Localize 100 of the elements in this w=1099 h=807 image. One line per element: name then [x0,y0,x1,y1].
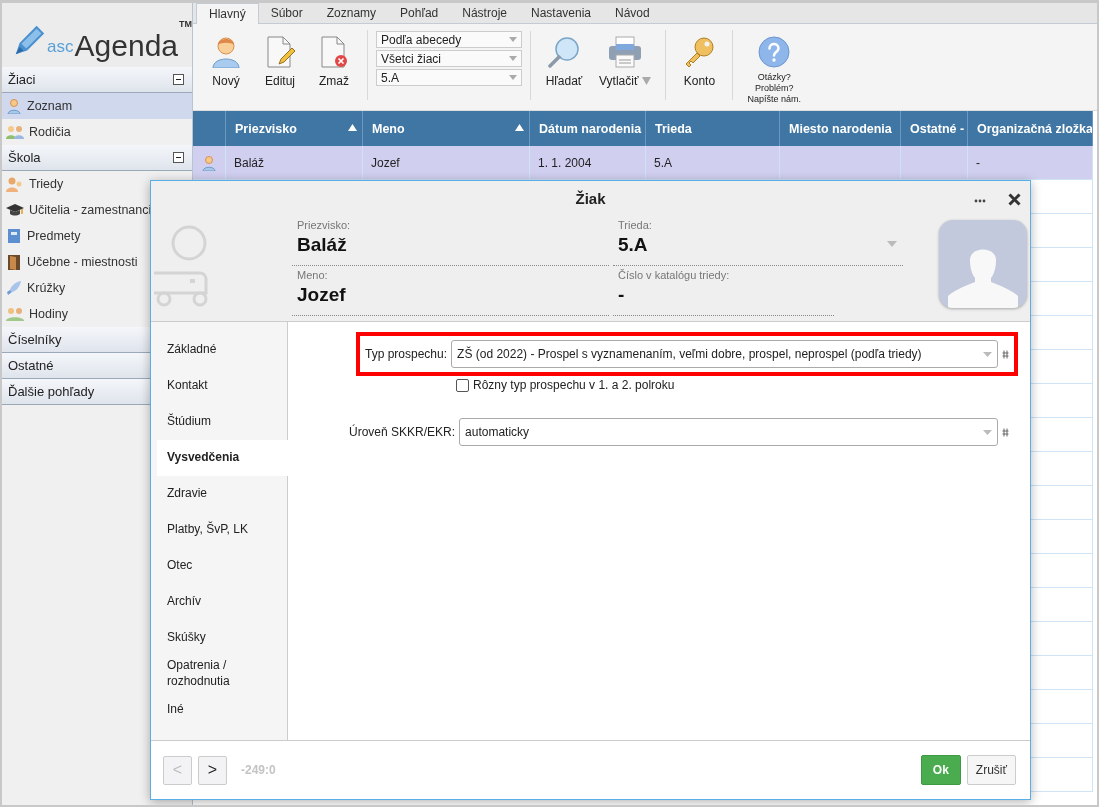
select-field[interactable]: ZŠ (od 2022) - Prospel s vyznamenaním, veľmi dobre, prospel, neprospel (podľa triedy) [451,340,998,368]
collapse-icon[interactable] [173,74,184,85]
checkbox-label: Rôzny typ prospechu v 1. a 2. polroku [473,378,675,392]
field-label: Trieda: [618,219,653,231]
item-label: Učebne - miestnosti [27,255,138,269]
column-header[interactable]: Priezvisko [226,111,363,146]
header-field[interactable]: Priezvisko: Baláž [292,216,609,266]
help-icon [758,36,791,68]
item-label: Krúžky [27,281,66,295]
logo-prefix: asc [47,37,74,57]
section-title: Číselníky [8,332,62,347]
table-cell: 1. 1. 2004 [538,155,592,170]
dialog-nav-tab[interactable]: Zdravie [151,476,287,512]
logo-name: Agenda [74,31,178,61]
people-icon [6,176,24,192]
document-delete-icon [319,36,349,68]
table-cell: 5.A [654,155,672,170]
dropdown-arrow-icon [983,429,992,435]
people-icon [6,124,24,140]
checkbox-box[interactable] [456,378,469,392]
sidebar-section[interactable]: Žiaci [2,67,192,93]
field-label: Priezvisko: [297,219,352,231]
dialog-title: Žiak [575,190,606,207]
close-icon[interactable] [1008,193,1021,206]
dropdown-arrow-icon [509,56,517,61]
item-label: Hodiny [29,307,68,321]
item-label: Rodičia [29,125,71,139]
ribbon-tab[interactable]: Súbor [258,3,315,23]
printer-icon [608,36,643,68]
column-header[interactable]: Meno [363,111,530,146]
field-label: Úroveň SKKR/EKR: [349,425,456,439]
item-label: Triedy [29,177,64,191]
select-field[interactable]: automaticky [459,418,998,446]
cancel-button[interactable]: Zrušiť [966,755,1016,785]
section-title: Škola [8,150,41,165]
sidebar-item[interactable]: Predmety [2,223,192,249]
column-header[interactable]: Trieda [646,111,780,146]
item-label: Predmety [27,229,81,243]
dialog-nav-tab[interactable]: Otec [151,548,287,584]
dialog-nav-tab[interactable]: Archív [151,584,287,620]
toolbar-button[interactable]: Hľadať [539,36,589,88]
person-icon [212,36,240,68]
toolbar-button[interactable]: Nový [201,36,251,88]
sidebar-section[interactable]: Škola [2,145,192,171]
dropdown-arrow-icon [983,351,992,357]
filter-dropdown[interactable]: Všetci žiaci [376,50,522,67]
dialog-nav-tab[interactable]: Opatrenia / rozhodnutia [151,656,287,692]
sidebar-item[interactable]: Hodiny [2,301,192,327]
hash-icon[interactable] [1002,427,1009,437]
field-value: Baláž [297,234,347,256]
dialog-nav-tab[interactable]: Štúdium [151,404,287,440]
section-title: Žiaci [8,72,36,87]
field-value: 5.A [618,234,648,256]
sidebar-item[interactable]: Triedy [2,171,192,197]
help-button[interactable]: Otázky? Problém? Napíšte nám. [741,36,807,105]
column-header[interactable]: Dátum narodenia [530,111,646,146]
field-value: Jozef [297,284,346,306]
ribbon-tab[interactable]: Hlavný [196,3,259,24]
document-edit-icon [265,36,295,68]
ribbon-tab[interactable]: Nástroje [450,3,519,23]
filter-dropdown[interactable]: Podľa abecedy [376,31,522,48]
next-button[interactable]: > [198,755,227,785]
toolbar-button[interactable]: Vytlačiť [593,36,658,88]
collapse-icon[interactable] [173,152,184,163]
checkbox[interactable]: Rôzny typ prospechu v 1. a 2. polroku [456,378,1030,392]
dropdown-arrow-icon [509,75,517,80]
dialog-nav-tab[interactable]: Iné [151,692,287,728]
dropdown-arrow-icon [887,241,897,247]
dialog-nav-tab[interactable]: Platby, ŠvP, LK [151,512,287,548]
person-icon [202,154,216,171]
header-cell [193,111,226,146]
header-field[interactable]: Číslo v katalógu triedy: - [613,266,834,316]
hash-icon[interactable] [1002,349,1009,359]
ribbon-tab[interactable]: Zoznamy [314,3,389,23]
toolbar-button[interactable]: Zmaž [309,36,359,88]
sidebar-item[interactable]: Zoznam [2,93,192,119]
sidebar-item[interactable]: Krúžky [2,275,192,301]
ribbon-tab[interactable]: Nastavenia [518,3,603,23]
ribbon-tab[interactable]: Návod [603,3,662,23]
field-label: Číslo v katalógu triedy: [618,269,731,281]
column-header[interactable]: Ostatné - [901,111,968,146]
more-icon[interactable] [974,199,986,203]
field-label: Typ prospechu: [365,347,448,361]
dialog-nav-tab[interactable]: Skúšky [151,620,287,656]
toolbar-button[interactable]: Edituj [255,36,305,88]
sort-arrow-icon [348,124,357,131]
sidebar-item[interactable]: Rodičia [2,119,192,145]
filter-dropdown[interactable]: 5.A [376,69,522,86]
ribbon-tab[interactable]: Pohľad [388,3,451,23]
key-icon [683,36,716,68]
dialog-nav-tab[interactable]: Vysvedčenia [157,440,288,476]
sidebar-item[interactable]: Učebne - miestnosti [2,249,192,275]
table-cell: Jozef [371,155,400,170]
table-row[interactable]: Baláž Jozef 1. 1. 2004 5.A - [193,146,1097,180]
account-button[interactable]: Konto [674,36,725,88]
header-field[interactable]: Trieda: 5.A [613,216,903,266]
item-label: Učitelia - zamestnanci [29,203,152,217]
header-field[interactable]: Meno: Jozef [292,266,609,316]
sidebar-item[interactable]: Učitelia - zamestnanci [2,197,192,223]
column-header[interactable]: Miesto narodenia [780,111,901,146]
